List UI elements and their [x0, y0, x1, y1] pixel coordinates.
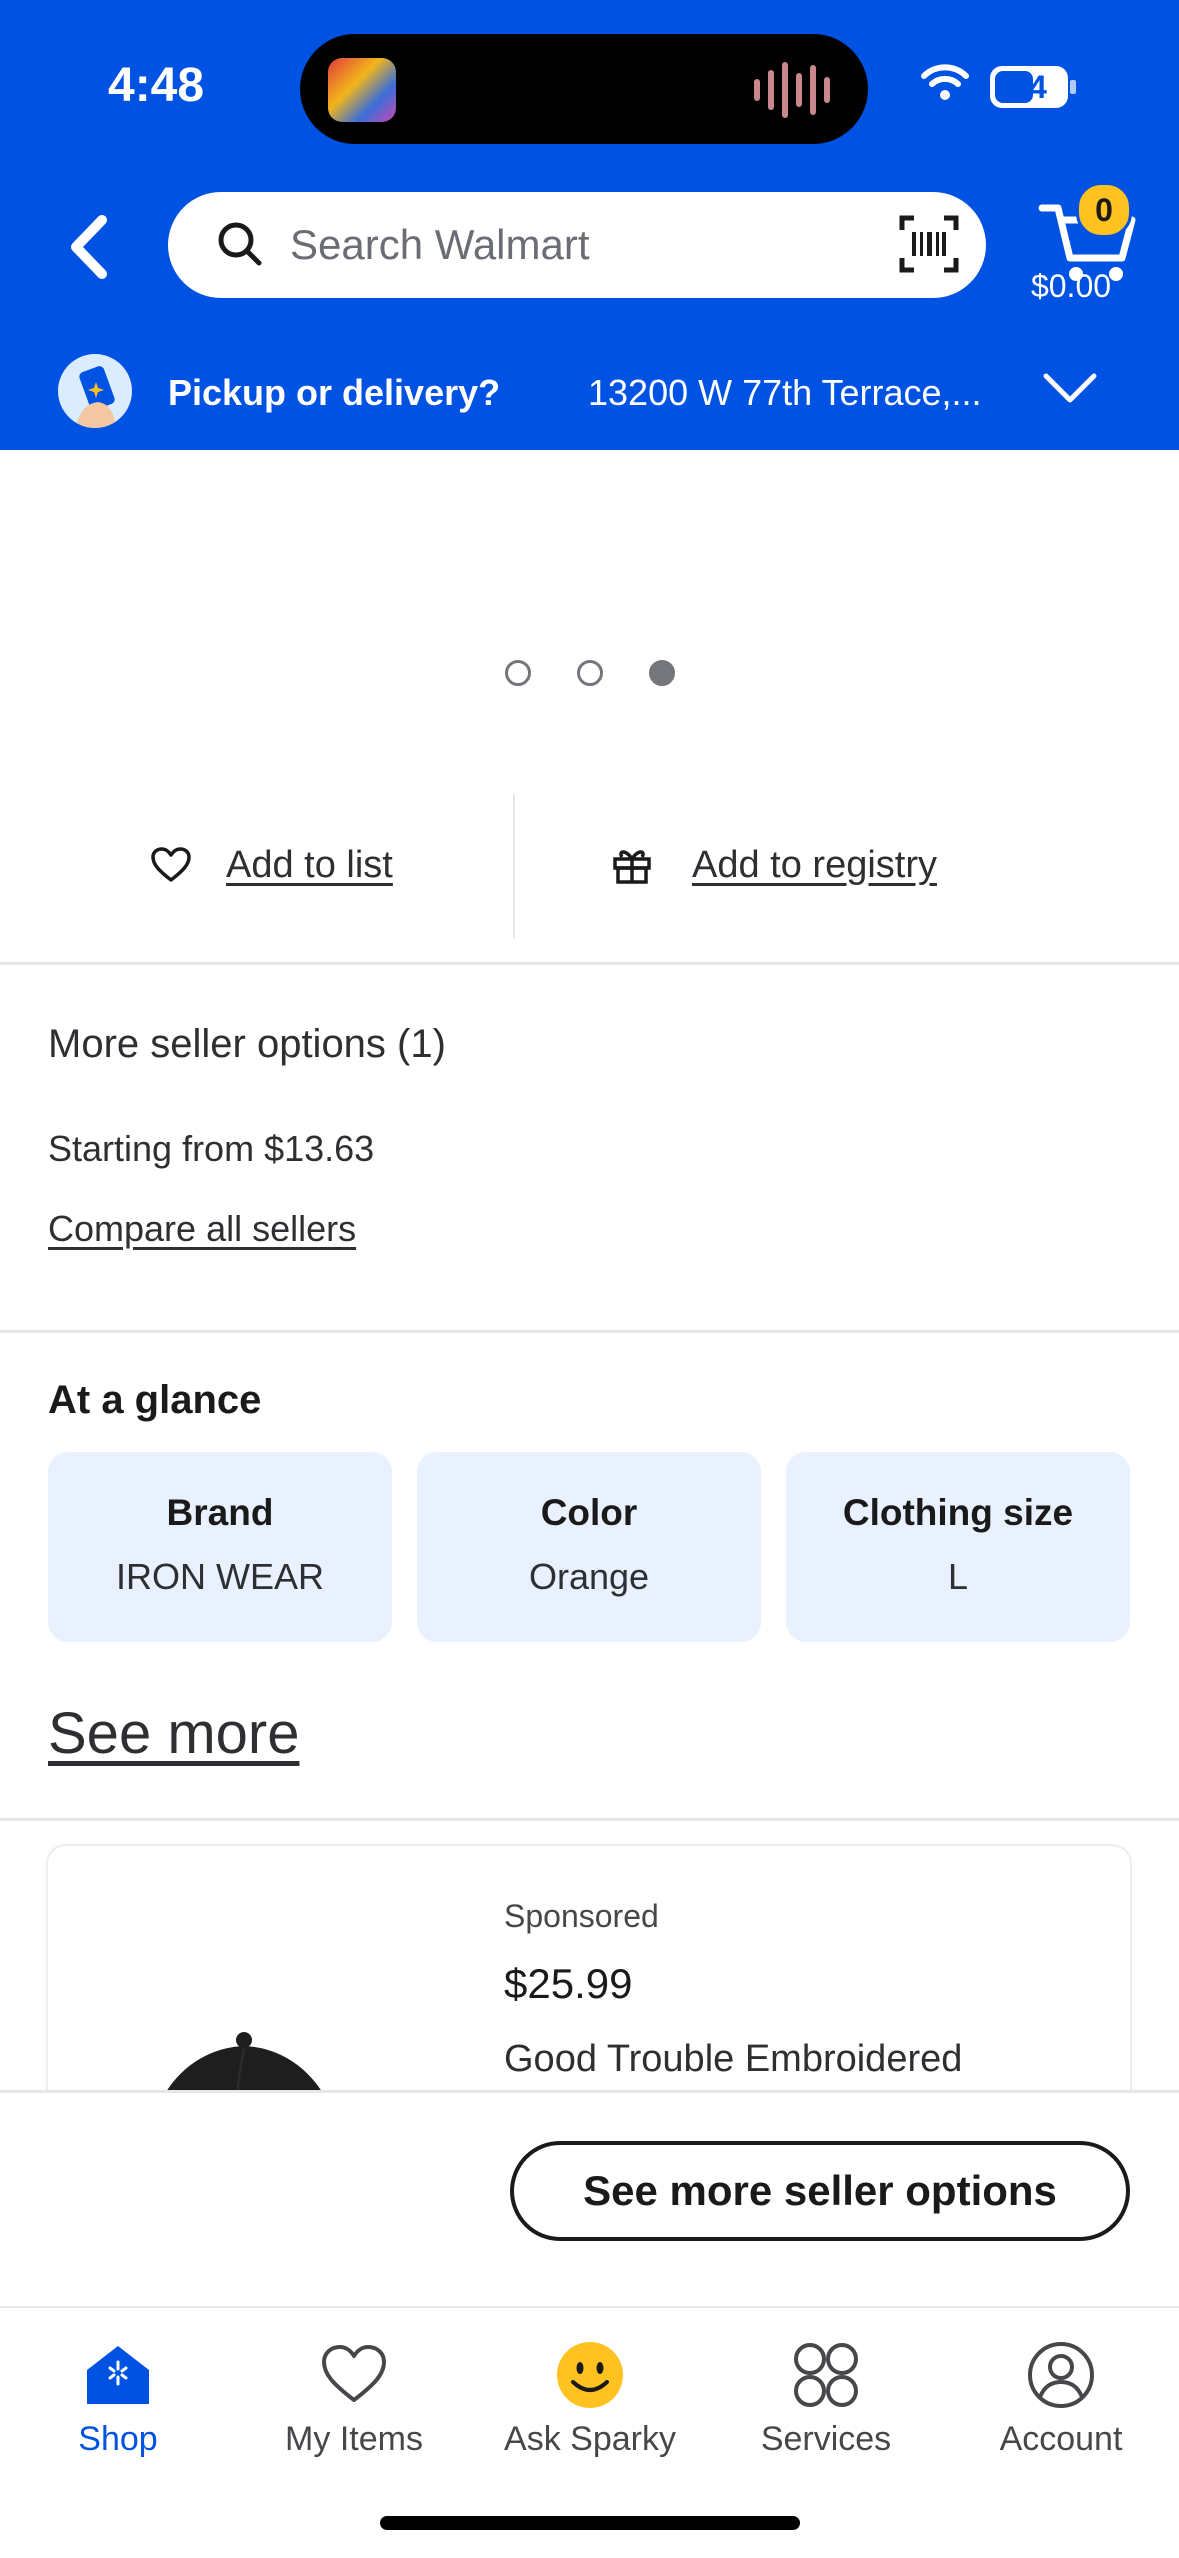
compare-sellers-link[interactable]: Compare all sellers	[48, 1208, 356, 1250]
grid-circles-icon	[794, 2343, 858, 2407]
tab-label: Services	[760, 2420, 892, 2458]
tab-label: My Items	[285, 2420, 423, 2458]
gift-icon	[613, 850, 651, 884]
glance-value: L	[947, 1556, 969, 1597]
glance-card-size: Clothing size L	[786, 1452, 1130, 1642]
status-time: 4:48	[108, 59, 205, 112]
glance-card-color: Color Orange	[417, 1452, 761, 1642]
tab-shop[interactable]: Shop	[0, 2340, 236, 2460]
sparky-smiley-icon	[557, 2342, 623, 2408]
pickup-avatar-icon	[58, 354, 132, 428]
tab-label: Account	[999, 2420, 1123, 2458]
tab-account[interactable]: Account	[943, 2340, 1179, 2460]
divider	[0, 1818, 1179, 1821]
tab-services[interactable]: Services	[708, 2340, 944, 2460]
cart-count-badge: 0	[1076, 182, 1132, 238]
heart-outline-icon	[151, 847, 191, 882]
carousel-dot[interactable]	[577, 660, 603, 686]
starting-price: Starting from $13.63	[48, 1128, 375, 1169]
glance-label: Color	[540, 1492, 638, 1533]
battery-icon: 34	[990, 66, 1068, 108]
battery-level: 34	[1011, 69, 1047, 105]
person-icon	[1028, 2342, 1094, 2408]
add-to-registry-button[interactable]: Add to registry	[612, 840, 937, 890]
tab-my-items[interactable]: My Items	[236, 2340, 472, 2460]
add-to-list-label[interactable]: Add to list	[226, 844, 393, 887]
tab-ask-sparky[interactable]: Ask Sparky	[472, 2340, 708, 2460]
search-placeholder: Search Walmart	[290, 221, 590, 268]
sponsored-label: Sponsored	[504, 1898, 659, 1934]
see-more-link[interactable]: See more	[48, 1700, 299, 1767]
see-more-seller-options-button[interactable]: See more seller options	[510, 2141, 1130, 2241]
pickup-address[interactable]: 13200 W 77th Terrace,...	[588, 372, 982, 414]
add-to-registry-label[interactable]: Add to registry	[692, 844, 937, 887]
divider	[0, 1330, 1179, 1333]
cart-total: $0.00	[1030, 268, 1112, 304]
now-playing-app-icon	[328, 58, 396, 122]
search-input[interactable]: Search Walmart	[168, 192, 986, 298]
at-a-glance-title: At a glance	[48, 1378, 262, 1422]
tab-label: Shop	[78, 2420, 158, 2458]
sticky-action-bar: See more seller options	[0, 2090, 1179, 2311]
glance-value: Orange	[528, 1556, 650, 1597]
glance-value: IRON WEAR	[115, 1556, 324, 1597]
carousel-dot-active[interactable]	[649, 660, 675, 686]
back-chevron-icon[interactable]	[62, 212, 122, 282]
tab-label: Ask Sparky	[504, 2420, 676, 2458]
audio-waveform-icon	[754, 62, 830, 118]
seller-options-title: More seller options (1)	[48, 1022, 446, 1066]
glance-label: Clothing size	[842, 1492, 1074, 1533]
app-header: 4:48 34 Search Walmart 0 $0.00 Pickup or…	[0, 0, 1179, 450]
heart-icon	[322, 2345, 386, 2402]
dynamic-island	[300, 34, 868, 144]
barcode-scanner-icon[interactable]	[898, 214, 960, 274]
add-to-list-button[interactable]: Add to list	[150, 840, 393, 890]
search-icon	[218, 222, 262, 266]
product-name[interactable]: Good Trouble Embroidered	[504, 2038, 962, 2081]
home-indicator	[380, 2516, 800, 2530]
glance-label: Brand	[166, 1492, 274, 1533]
walmart-home-icon	[87, 2346, 149, 2404]
pickup-label[interactable]: Pickup or delivery?	[168, 372, 500, 414]
glance-card-brand: Brand IRON WEAR	[48, 1452, 392, 1642]
divider	[0, 962, 1179, 965]
divider	[513, 794, 515, 938]
chevron-down-icon[interactable]	[1040, 368, 1100, 408]
wifi-icon	[921, 64, 969, 100]
product-price: $25.99	[504, 1960, 633, 2007]
carousel-dot[interactable]	[505, 660, 531, 686]
